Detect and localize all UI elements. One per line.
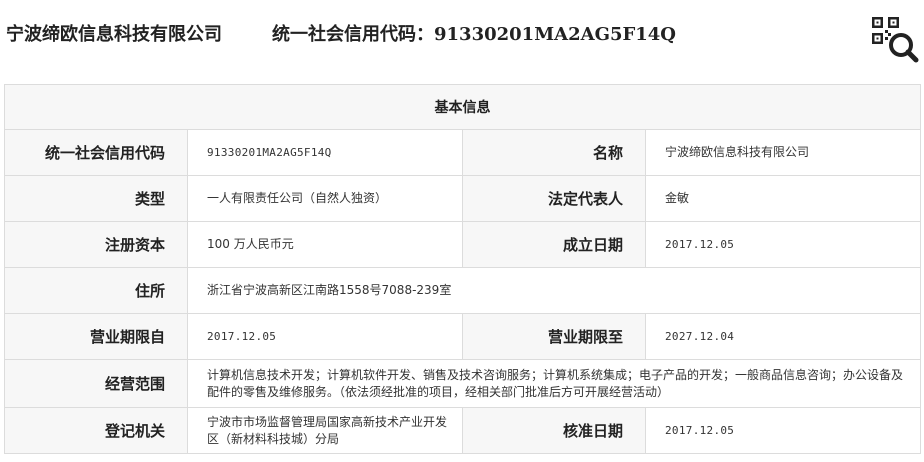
company-name: 宁波缔欧信息科技有限公司 (6, 24, 222, 45)
row-label: 法定代表人 (462, 175, 646, 222)
table-row: 类型 一人有限责任公司（自然人独资） 法定代表人 金敏 (4, 175, 921, 222)
row-value: 宁波缔欧信息科技有限公司 (645, 129, 921, 176)
table-row: 营业期限自 2017.12.05 营业期限至 2027.12.04 (4, 313, 921, 360)
row-label: 登记机关 (4, 407, 188, 454)
table-row: 统一社会信用代码 91330201MA2AG5F14Q 名称 宁波缔欧信息科技有… (4, 129, 921, 176)
row-label: 住所 (4, 267, 188, 314)
row-label: 成立日期 (462, 221, 646, 268)
table-title-row: 基本信息 (4, 84, 921, 130)
credit-code-value: 91330201MA2AG5F14Q (434, 24, 676, 45)
row-label: 营业期限自 (4, 313, 188, 360)
row-value: 一人有限责任公司（自然人独资） (187, 175, 463, 222)
table-row: 注册资本 100 万人民币元 成立日期 2017.12.05 (4, 221, 921, 268)
row-value: 2027.12.04 (645, 313, 921, 360)
row-label: 注册资本 (4, 221, 188, 268)
row-value: 宁波市市场监督管理局国家高新技术产业开发区（新材料科技城）分局 (187, 407, 463, 454)
table-row: 登记机关 宁波市市场监督管理局国家高新技术产业开发区（新材料科技城）分局 核准日… (4, 407, 921, 454)
row-value: 100 万人民币元 (187, 221, 463, 268)
row-label: 核准日期 (462, 407, 646, 454)
table-row: 经营范围 计算机信息技术开发；计算机软件开发、销售及技术咨询服务；计算机系统集成… (4, 359, 921, 408)
row-label: 经营范围 (4, 359, 188, 408)
table-title: 基本信息 (4, 84, 921, 130)
credit-code-heading: 统一社会信用代码：91330201MA2AG5F14Q (272, 20, 676, 46)
row-value: 浙江省宁波高新区江南路1558号7088-239室 (187, 267, 921, 314)
row-value: 2017.12.05 (645, 221, 921, 268)
basic-info-table: 基本信息 统一社会信用代码 91330201MA2AG5F14Q 名称 宁波缔欧… (4, 84, 921, 454)
row-value: 91330201MA2AG5F14Q (187, 129, 463, 176)
row-value: 2017.12.05 (645, 407, 921, 454)
row-value: 2017.12.05 (187, 313, 463, 360)
row-value: 计算机信息技术开发；计算机软件开发、销售及技术咨询服务；计算机系统集成；电子产品… (187, 359, 921, 408)
credit-code-label: 统一社会信用代码： (272, 24, 434, 45)
page-header: 宁波缔欧信息科技有限公司 统一社会信用代码：91330201MA2AG5F14Q (0, 0, 924, 72)
table-row: 住所 浙江省宁波高新区江南路1558号7088-239室 (4, 267, 921, 314)
row-label: 营业期限至 (462, 313, 646, 360)
row-label: 统一社会信用代码 (4, 129, 188, 176)
row-label: 类型 (4, 175, 188, 222)
row-label: 名称 (462, 129, 646, 176)
row-value: 金敏 (645, 175, 921, 222)
qr-search-icon[interactable] (868, 13, 920, 65)
